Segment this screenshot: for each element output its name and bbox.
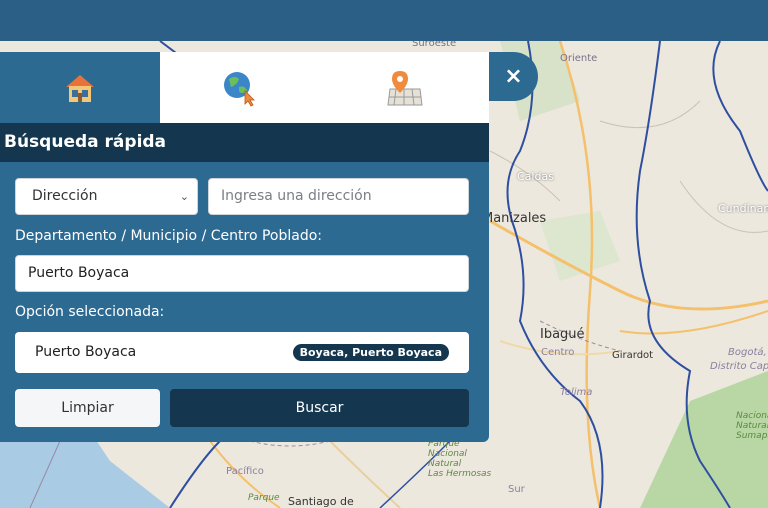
address-input[interactable]: Ingresa una dirección xyxy=(208,178,469,215)
selected-option-badge: Boyaca, Puerto Boyaca xyxy=(292,344,449,361)
selected-option-value: Puerto Boyaca xyxy=(35,344,137,360)
selected-option-field: Puerto Boyaca Boyaca, Puerto Boyaca xyxy=(15,332,469,373)
search-type-select[interactable]: Dirección ⌄ xyxy=(15,178,198,215)
map-label-sur: Sur xyxy=(508,484,525,495)
chevron-down-icon: ⌄ xyxy=(179,190,189,203)
house-icon xyxy=(66,74,94,102)
selected-option-label: Opción seleccionada: xyxy=(15,304,165,320)
map-label-centro: Centro xyxy=(541,347,575,358)
map-label-caldas: Caldas xyxy=(517,170,554,183)
clear-button[interactable]: Limpiar xyxy=(15,389,160,427)
map-label-pacifico: Pacífico xyxy=(226,466,264,477)
map-label-manizales: Manizales xyxy=(482,211,547,226)
panel-title: Búsqueda rápida xyxy=(0,123,489,162)
tab-globe-search[interactable] xyxy=(160,52,320,123)
map-label-parque-hermosas: Parque Nacional Natural Las Hermosas xyxy=(428,439,492,479)
globe-cursor-icon xyxy=(224,71,255,107)
tab-bar xyxy=(0,52,489,123)
map-label-girardot: Girardot xyxy=(612,350,654,361)
close-icon: × xyxy=(504,64,523,89)
top-header-bar xyxy=(0,0,768,41)
map-label-tolima: Tolima xyxy=(560,387,593,398)
search-type-value: Dirección xyxy=(32,188,98,204)
close-panel-button[interactable]: × xyxy=(489,52,538,101)
map-label-suroeste: Suroeste xyxy=(412,41,457,49)
map-label-distrito: Distrito Capital xyxy=(710,361,768,372)
map-label-cundinamarca: Cundinamarca xyxy=(718,202,768,215)
map-label-sumapaz: Nacional Natural Sumapaz xyxy=(736,411,768,441)
map-label-oriente: Oriente xyxy=(560,53,598,64)
map-label-parque: Parque xyxy=(248,493,280,503)
tab-map-coordinates[interactable] xyxy=(320,52,489,123)
quick-search-panel: Búsqueda rápida Dirección ⌄ Ingresa una … xyxy=(0,52,489,442)
tab-home[interactable] xyxy=(0,52,160,123)
search-button[interactable]: Buscar xyxy=(170,389,469,427)
map-label-ibague: Ibagué xyxy=(540,327,585,342)
place-input[interactable]: Puerto Boyaca xyxy=(15,255,469,292)
map-pin-grid-icon xyxy=(386,70,423,105)
place-label: Departamento / Municipio / Centro Poblad… xyxy=(15,228,322,244)
map-label-bogota: Bogotá, xyxy=(728,347,767,358)
map-label-santiago: Santiago de xyxy=(288,495,354,508)
